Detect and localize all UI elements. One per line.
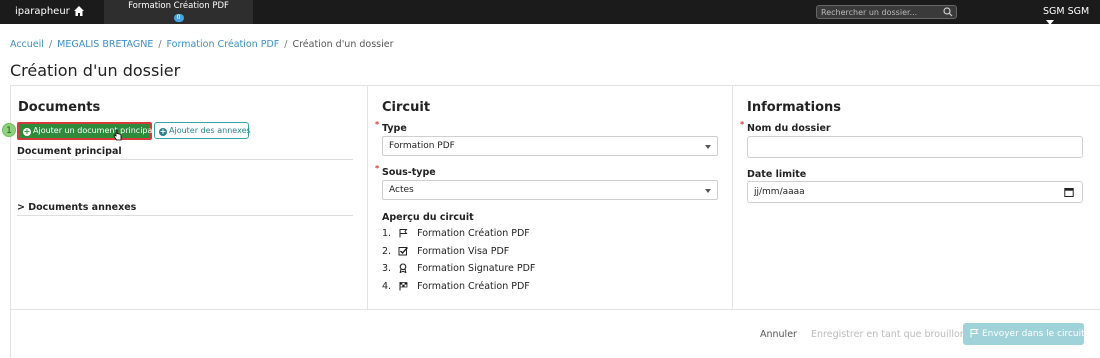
checkbox-check-icon <box>398 247 409 256</box>
user-menu[interactable]: SGM SGM <box>1043 6 1100 28</box>
required-asterisk: * <box>375 164 380 173</box>
chevron-down-icon <box>705 189 711 193</box>
page-title: Création d'un dossier <box>10 61 181 80</box>
search-input[interactable] <box>821 6 941 18</box>
informations-column: Informations * Nom du dossier Date limite… <box>733 86 1100 309</box>
save-draft-button[interactable]: Enregistrer en tant que brouillon <box>811 329 966 340</box>
hand-cursor-icon <box>113 129 122 141</box>
add-main-document-label: Ajouter un document principal <box>33 126 155 135</box>
form-footer: Annuler Enregistrer en tant que brouillo… <box>11 309 1100 358</box>
circuit-step: 2. Formation Visa PDF <box>382 246 510 257</box>
flag-outline-icon <box>970 329 979 338</box>
seal-icon <box>399 263 407 274</box>
home-icon[interactable] <box>73 5 85 17</box>
flag-outline-icon <box>399 229 408 238</box>
folder-name-input[interactable] <box>747 136 1083 158</box>
annexes-section-toggle[interactable]: > Documents annexes <box>17 202 353 216</box>
subtype-select[interactable]: Actes <box>382 180 718 200</box>
deadline-label: Date limite <box>747 169 807 180</box>
user-name: SGM SGM <box>1043 6 1090 17</box>
add-main-document-button[interactable]: + Ajouter un document principal <box>17 122 155 140</box>
circuit-preview-title: Aperçu du circuit <box>382 212 474 223</box>
chevron-down-icon <box>705 145 711 149</box>
folder-name-label: * Nom du dossier <box>740 120 831 134</box>
brand-logo[interactable]: iparapheur <box>15 6 70 17</box>
top-navbar: iparapheur Formation Création PDF 0 SGM … <box>0 0 1100 25</box>
add-annexes-label: Ajouter des annexes <box>169 126 251 135</box>
plus-circle-icon: + <box>159 127 167 136</box>
calendar-icon[interactable] <box>1064 187 1074 197</box>
plus-circle-icon: + <box>23 127 31 136</box>
create-folder-panel: Documents 1 + Ajouter un document princip… <box>2 85 1100 358</box>
main-document-section: Document principal <box>17 146 353 160</box>
type-select-value: Formation PDF <box>389 141 455 151</box>
step-marker: 1 <box>2 123 16 137</box>
send-to-circuit-label: Envoyer dans le circuit <box>982 329 1085 339</box>
breadcrumb-accueil[interactable]: Accueil <box>10 39 44 50</box>
tab-count-badge: 0 <box>173 14 184 22</box>
subtype-select-value: Actes <box>389 185 414 195</box>
circuit-column: Circuit * Type Formation PDF * Sous-type A… <box>368 86 733 309</box>
required-asterisk: * <box>375 120 380 129</box>
breadcrumb-current: Création d'un dossier <box>292 39 394 50</box>
circuit-step: 1. Formation Création PDF <box>382 228 530 239</box>
cancel-button[interactable]: Annuler <box>760 329 797 340</box>
informations-title: Informations <box>747 100 842 115</box>
subtype-label: * Sous-type <box>375 164 436 178</box>
documents-title: Documents <box>18 100 101 115</box>
search-icon[interactable] <box>943 7 953 17</box>
caret-down-icon <box>1046 20 1054 25</box>
circuit-title: Circuit <box>382 100 431 115</box>
tab-formation-creation-pdf[interactable]: Formation Création PDF 0 <box>104 0 253 24</box>
circuit-step: 4. Formation Création PDF <box>382 281 530 292</box>
tab-label: Formation Création PDF <box>128 1 229 11</box>
deadline-date-input[interactable]: jj/mm/aaaa <box>747 181 1083 203</box>
type-label: * Type <box>375 120 407 134</box>
breadcrumb-formation[interactable]: Formation Création PDF <box>167 39 280 50</box>
add-annexes-button[interactable]: + Ajouter des annexes <box>154 122 251 139</box>
breadcrumb: Accueil / MEGALIS BRETAGNE / Formation Créat… <box>10 39 394 50</box>
required-asterisk: * <box>740 120 745 129</box>
circuit-step: 3. Formation Signature PDF <box>382 263 536 274</box>
documents-column: Documents 1 + Ajouter un document princip… <box>2 86 368 309</box>
type-select[interactable]: Formation PDF <box>382 136 718 156</box>
breadcrumb-megalis[interactable]: MEGALIS BRETAGNE <box>57 39 153 50</box>
checkered-flag-icon <box>399 282 408 291</box>
search-box <box>816 5 957 19</box>
deadline-placeholder: jj/mm/aaaa <box>754 187 805 197</box>
send-to-circuit-button[interactable]: Envoyer dans le circuit <box>963 323 1085 345</box>
